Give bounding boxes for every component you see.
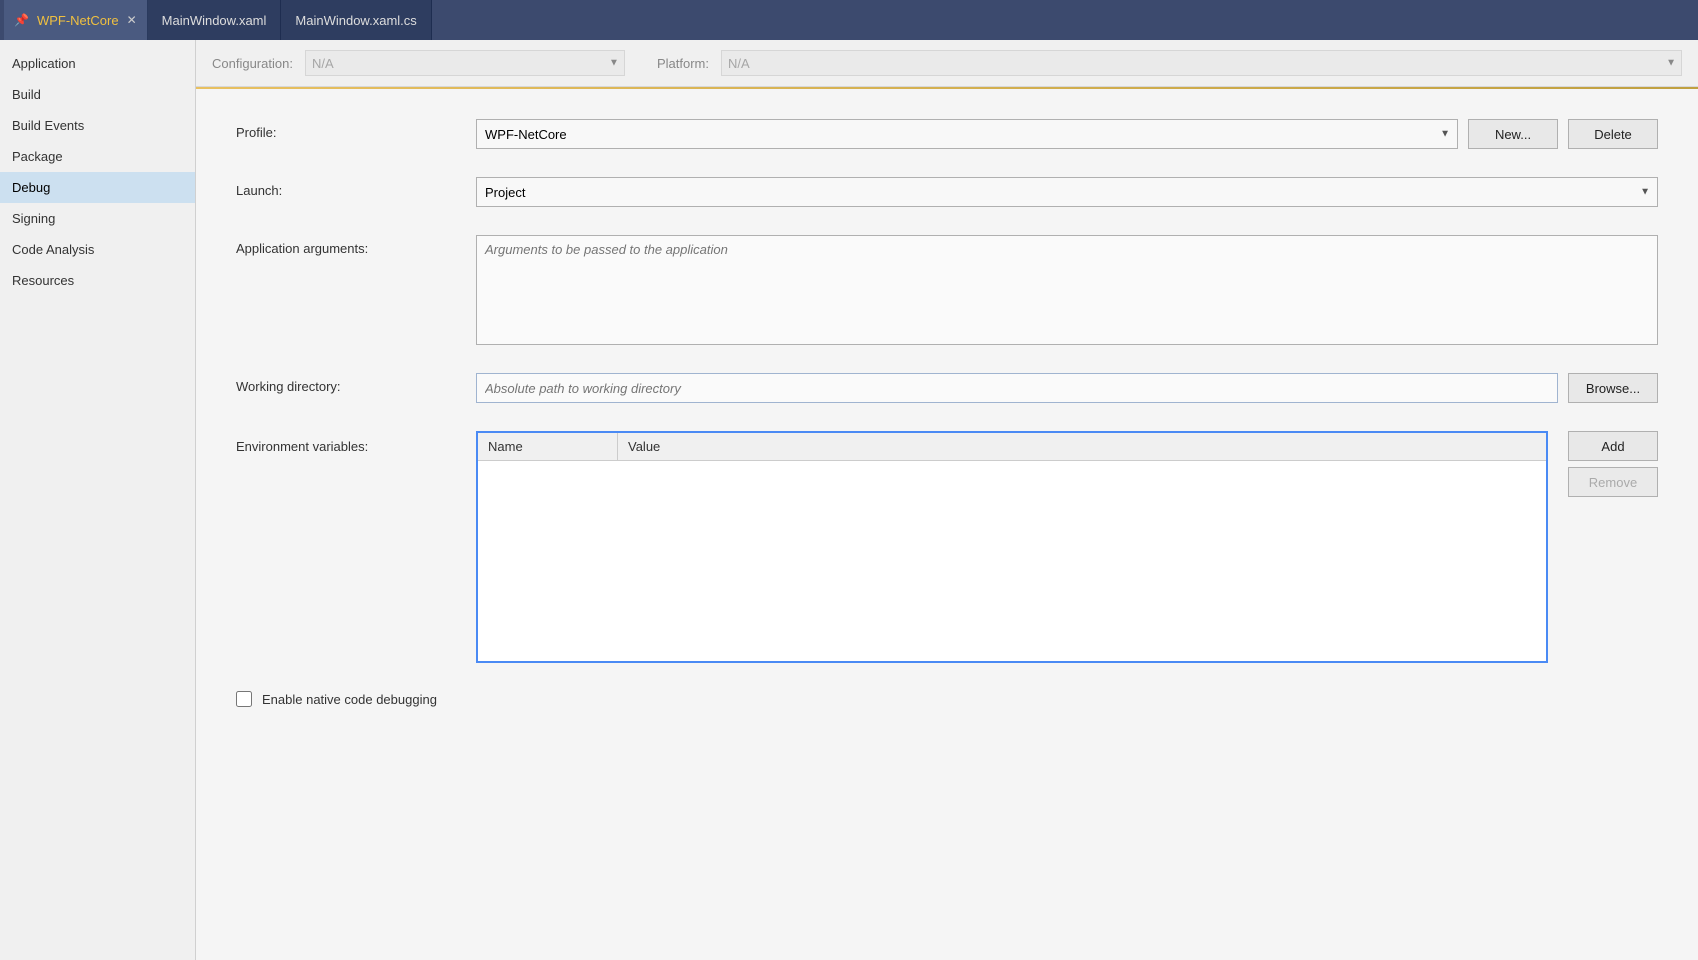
sidebar-item-application[interactable]: Application [0,48,195,79]
profile-label: Profile: [236,119,476,140]
native-debug-row: Enable native code debugging [236,691,1658,707]
project-tab-label: WPF-NetCore [37,13,119,28]
sidebar-item-debug[interactable]: Debug [0,172,195,203]
native-debug-label: Enable native code debugging [262,692,437,707]
sidebar-item-build-events-label: Build Events [12,118,84,133]
sidebar: Application Build Build Events Package D… [0,40,196,960]
launch-select[interactable]: Project [476,177,1658,207]
profile-row: Profile: WPF-NetCore New... Delete [236,119,1658,149]
profile-control-area: WPF-NetCore New... Delete [476,119,1658,149]
launch-label: Launch: [236,177,476,198]
sidebar-item-build-events[interactable]: Build Events [0,110,195,141]
profile-select-wrapper: WPF-NetCore [476,119,1458,149]
sidebar-item-signing[interactable]: Signing [0,203,195,234]
app-args-textarea[interactable] [476,235,1658,345]
tab-mainwindow-xaml-cs[interactable]: MainWindow.xaml.cs [281,0,431,40]
sidebar-item-build-label: Build [12,87,41,102]
configuration-label: Configuration: [212,56,293,71]
add-button[interactable]: Add [1568,431,1658,461]
platform-select-wrapper: N/A [721,50,1682,76]
sidebar-item-resources-label: Resources [12,273,74,288]
env-table-header: Name Value [478,433,1546,461]
main-layout: Application Build Build Events Package D… [0,40,1698,960]
working-dir-input[interactable] [476,373,1558,403]
close-icon[interactable]: ✕ [127,13,137,27]
remove-button[interactable]: Remove [1568,467,1658,497]
project-tab[interactable]: 📌 WPF-NetCore ✕ [4,0,148,40]
sidebar-item-code-analysis-label: Code Analysis [12,242,94,257]
launch-control-area: Project [476,177,1658,207]
sidebar-item-package-label: Package [12,149,63,164]
content-area: Configuration: N/A Platform: N/A Profile… [196,40,1698,960]
config-bar: Configuration: N/A Platform: N/A [196,40,1698,87]
new-button[interactable]: New... [1468,119,1558,149]
sidebar-item-build[interactable]: Build [0,79,195,110]
app-args-control-area [476,235,1658,345]
working-dir-label: Working directory: [236,373,476,394]
sidebar-item-debug-label: Debug [12,180,50,195]
app-args-label: Application arguments: [236,235,476,256]
working-dir-row: Working directory: Browse... [236,373,1658,403]
sidebar-item-resources[interactable]: Resources [0,265,195,296]
sidebar-item-code-analysis[interactable]: Code Analysis [0,234,195,265]
configuration-select[interactable]: N/A [305,50,625,76]
env-vars-row: Environment variables: Name Value Add Re… [236,431,1658,663]
working-dir-control-area: Browse... [476,373,1658,403]
title-bar: 📌 WPF-NetCore ✕ MainWindow.xaml MainWind… [0,0,1698,40]
platform-select[interactable]: N/A [721,50,1682,76]
tab-mainwindow-xaml-cs-label: MainWindow.xaml.cs [295,13,416,28]
native-debug-checkbox[interactable] [236,691,252,707]
env-table-body[interactable] [478,461,1546,661]
platform-label: Platform: [657,56,709,71]
browse-button[interactable]: Browse... [1568,373,1658,403]
app-args-row: Application arguments: [236,235,1658,345]
sidebar-item-signing-label: Signing [12,211,55,226]
env-value-header: Value [618,433,1546,460]
env-buttons: Add Remove [1568,431,1658,497]
tab-mainwindow-xaml[interactable]: MainWindow.xaml [148,0,282,40]
launch-select-wrapper: Project [476,177,1658,207]
launch-row: Launch: Project [236,177,1658,207]
sidebar-item-application-label: Application [12,56,76,71]
profile-select[interactable]: WPF-NetCore [476,119,1458,149]
sidebar-item-package[interactable]: Package [0,141,195,172]
tab-mainwindow-xaml-label: MainWindow.xaml [162,13,267,28]
env-vars-label: Environment variables: [236,431,476,454]
pin-icon: 📌 [14,13,29,27]
form-area: Profile: WPF-NetCore New... Delete Launc… [196,89,1698,960]
delete-button[interactable]: Delete [1568,119,1658,149]
env-name-header: Name [478,433,618,460]
env-vars-control-area: Name Value Add Remove [476,431,1658,663]
env-vars-table: Name Value [476,431,1548,663]
configuration-select-wrapper: N/A [305,50,625,76]
